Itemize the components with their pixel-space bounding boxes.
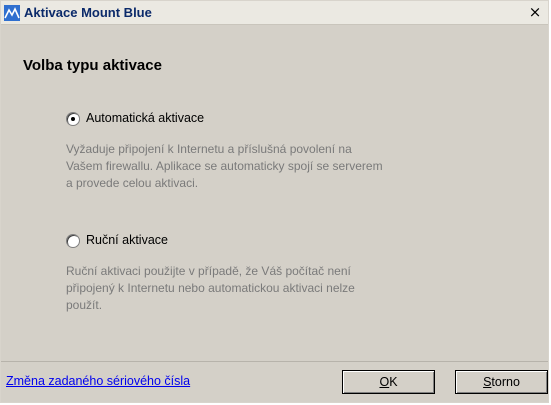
manual-activation-label[interactable]: Ruční aktivace (86, 233, 168, 247)
title-bar[interactable]: Aktivace Mount Blue × (1, 1, 548, 25)
radio-button-selected[interactable] (66, 112, 80, 126)
manual-activation-description: Ruční aktivaci použijte v případě, že Vá… (66, 264, 355, 312)
footer-divider (1, 361, 548, 362)
radio-button-unselected[interactable] (66, 234, 80, 248)
page-title: Volba typu aktivace (23, 57, 162, 74)
mount-blue-logo-icon (4, 5, 20, 21)
cancel-button[interactable]: Storno (455, 370, 548, 394)
automatic-activation-description: Vyžaduje připojení k Internetu a přísluš… (66, 142, 383, 190)
close-icon[interactable]: × (526, 3, 544, 21)
change-serial-number-link[interactable]: Změna zadaného sériového čísla (6, 374, 190, 388)
ok-button[interactable]: OK (342, 370, 435, 394)
window-title: Aktivace Mount Blue (24, 5, 152, 20)
activation-dialog: Aktivace Mount Blue × Volba typu aktivac… (0, 0, 549, 403)
automatic-activation-label[interactable]: Automatická aktivace (86, 111, 204, 125)
